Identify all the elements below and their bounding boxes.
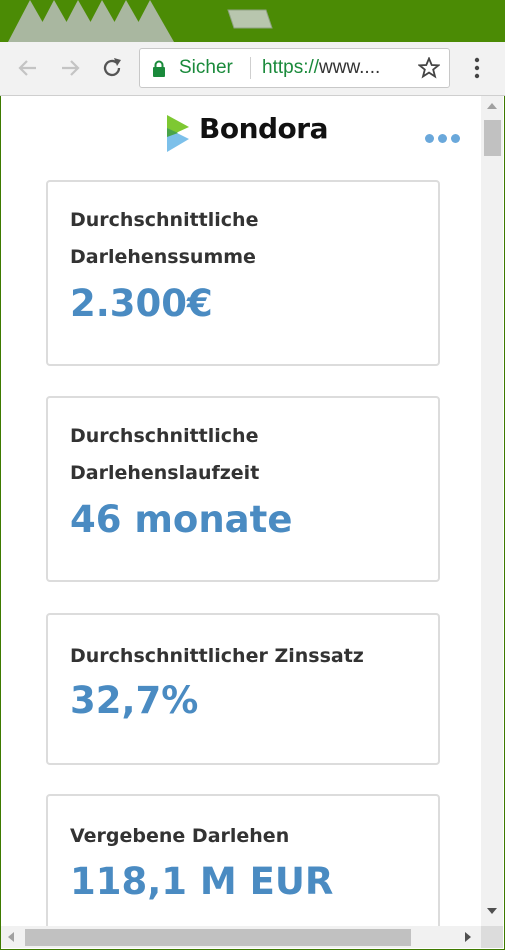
scroll-down-icon[interactable] [487,908,497,914]
title-bar [0,0,505,42]
arrow-left-icon [18,60,36,76]
stat-label: Durchschnittlicher Zinssatz [70,638,410,675]
page-viewport: Bondora Durchschnittliche Darlehenssumme… [1,96,481,926]
vertical-dots-icon[interactable] [470,57,484,79]
scrollbar-corner [481,926,503,948]
stat-label-line: Vergebene Darlehen [70,825,290,847]
forward-button[interactable] [56,54,84,82]
back-button[interactable] [14,54,42,82]
stat-card: Durchschnittliche Darlehenslaufzeit 46 m… [46,396,440,582]
scroll-left-icon[interactable] [8,932,14,942]
url-host: www.... [319,57,381,78]
url-text: https://www.... [262,57,380,79]
tab-strip [8,0,273,42]
new-tab-button[interactable] [227,9,273,29]
arrow-right-icon [62,60,80,76]
stat-label-line: Darlehenslaufzeit [70,462,260,484]
reload-button[interactable] [98,54,126,82]
vertical-scroll-thumb[interactable] [484,120,501,156]
stat-label-line: Durchschnittliche [70,209,259,231]
bondora-logo-icon[interactable] [165,114,191,158]
logo-text: Bondora [199,112,329,145]
star-icon[interactable] [418,57,440,79]
scroll-right-icon[interactable] [465,932,471,942]
vertical-scrollbar[interactable] [481,96,503,926]
stat-label: Durchschnittliche Darlehenssumme [70,202,410,276]
stat-card: Durchschnittliche Darlehenssumme 2.300€ [46,180,440,366]
stat-card: Vergebene Darlehen 118,1 M EUR [46,794,440,926]
stat-label-line: Darlehenssumme [70,246,256,268]
lock-icon [153,60,165,77]
stat-card: Durchschnittlicher Zinssatz 32,7% [46,613,440,765]
horizontal-scrollbar[interactable] [1,926,481,948]
horizontal-dots-icon[interactable] [425,128,464,147]
reload-icon [103,58,121,77]
address-bar[interactable]: Sicher https://www.... [139,48,450,88]
stat-value: 32,7% [70,679,199,722]
secure-label: Sicher [179,57,233,78]
scroll-up-icon[interactable] [487,103,497,109]
stat-label-line: Durchschnittlicher Zinssatz [70,645,364,667]
stat-value: 2.300€ [70,282,213,325]
stat-label: Durchschnittliche Darlehenslaufzeit [70,418,410,492]
stat-label-line: Durchschnittliche [70,425,259,447]
horizontal-scroll-thumb[interactable] [25,929,411,946]
stat-value: 118,1 M EUR [70,860,334,903]
stat-value: 46 monate [70,498,293,541]
address-divider [250,57,251,79]
stat-label: Vergebene Darlehen [70,818,410,855]
url-scheme: https:// [262,57,320,78]
